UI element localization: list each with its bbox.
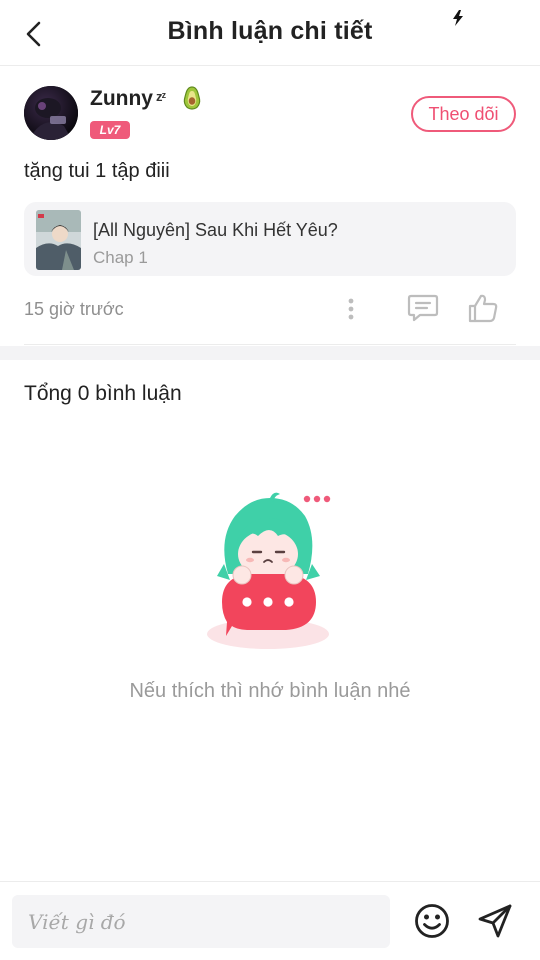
chapter-card[interactable]: [All Nguyên] Sau Khi Hết Yêu? Chap 1 xyxy=(24,202,516,276)
flash-icon xyxy=(453,10,463,26)
send-icon[interactable] xyxy=(476,902,514,940)
top-header: Bình luận chi tiết xyxy=(0,0,540,66)
comment-text: tặng tui 1 tập điii xyxy=(24,160,170,182)
more-vertical-icon[interactable] xyxy=(336,294,366,324)
user-name[interactable]: Zunny xyxy=(90,87,153,111)
follow-button[interactable]: Theo dõi xyxy=(411,96,516,132)
chapter-subtitle: Chap 1 xyxy=(93,248,148,267)
comment-time: 15 giờ trước xyxy=(24,299,124,319)
avatar[interactable] xyxy=(24,86,78,140)
avatar-image xyxy=(24,86,78,140)
comment-icon[interactable] xyxy=(406,292,440,324)
section-separator xyxy=(0,346,540,360)
empty-comments-illustration xyxy=(207,492,331,649)
comment-input-bar xyxy=(0,881,540,960)
thumbs-up-icon[interactable] xyxy=(466,292,500,324)
divider xyxy=(24,344,516,345)
total-comments-label: Tổng 0 bình luận xyxy=(24,382,182,405)
chapter-title: [All Nguyên] Sau Khi Hết Yêu? xyxy=(93,220,338,240)
empty-state-message: Nếu thích thì nhớ bình luận nhé xyxy=(129,680,411,702)
level-badge: Lv7 xyxy=(90,121,130,139)
chapter-thumbnail xyxy=(36,210,81,270)
avocado-icon xyxy=(183,86,201,110)
sleep-icon: zᶻ xyxy=(156,89,166,104)
screen: Bình luận chi tiết Zunny zᶻ Lv7 Theo dõi xyxy=(0,0,540,960)
comment-input[interactable] xyxy=(12,895,390,948)
smile-icon[interactable] xyxy=(413,902,451,940)
